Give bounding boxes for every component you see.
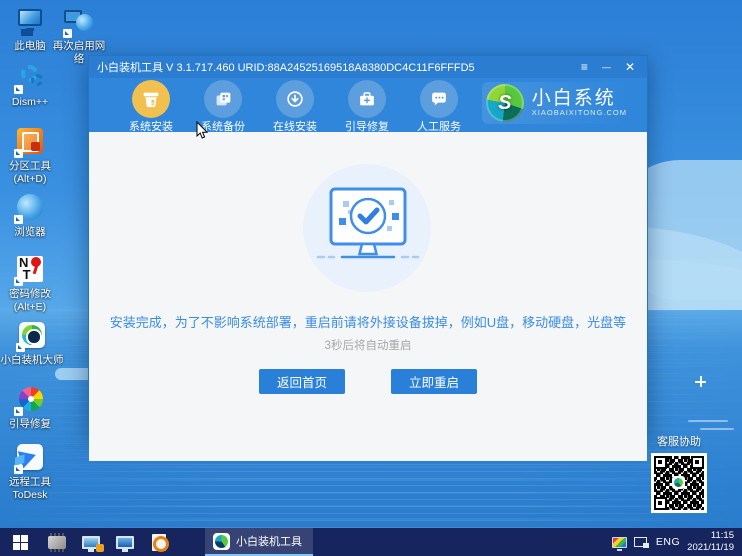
desktop-icon-browser[interactable]: 浏览器 bbox=[2, 192, 58, 239]
brand-logo: 小白系统 XIAOBAIXITONG.COM bbox=[481, 82, 637, 124]
restart-now-button[interactable]: 立即重启 bbox=[391, 369, 477, 394]
xiaobai-task-icon bbox=[213, 532, 230, 550]
installer-window: 小白装机工具 V 3.1.717.460 URID:88A24525169518… bbox=[88, 55, 648, 461]
xiaobai-logo-icon bbox=[16, 320, 48, 352]
pinwheel-icon bbox=[14, 384, 46, 416]
desktop-icon-dism[interactable]: Dism++ bbox=[2, 62, 58, 109]
nav-tab-online-install[interactable]: 在线安装 bbox=[259, 78, 331, 134]
taskbar-item-system-tool[interactable] bbox=[74, 528, 108, 556]
taskbar-active-task[interactable]: 小白装机工具 bbox=[205, 528, 313, 556]
desktop-icon-password-change[interactable]: N T 密码修改 (Alt+E) bbox=[2, 254, 58, 314]
input-language-indicator[interactable]: ENG bbox=[656, 536, 680, 548]
desktop-icon-boot-repair[interactable]: 引导修复 bbox=[2, 384, 58, 431]
nav-tab-system-backup[interactable]: 系统备份 bbox=[187, 78, 259, 134]
window-content: 安装完成，为了不影响系统部署，重启前请将外接设备拔掉，例如U盘，移动硬盘，光盘等… bbox=[89, 156, 647, 461]
chat-icon bbox=[420, 80, 458, 118]
restart-countdown: 3秒后将自动重启 bbox=[324, 340, 412, 352]
support-qr-panel: 客服协助 bbox=[646, 433, 712, 513]
nt-password-icon: N T bbox=[14, 254, 46, 286]
network-status-icon[interactable] bbox=[633, 536, 649, 548]
window-titlebar[interactable]: 小白装机工具 V 3.1.717.460 URID:88A24525169518… bbox=[89, 56, 647, 78]
globe-icon bbox=[14, 192, 46, 224]
todesk-icon bbox=[14, 442, 48, 474]
desktop-icon-todesk[interactable]: 远程工具 ToDesk bbox=[2, 442, 58, 502]
brand-title: 小白系统 bbox=[531, 87, 616, 109]
tray-date: 2021/11/19 bbox=[687, 542, 734, 553]
nav-tab-boot-repair[interactable]: 引导修复 bbox=[331, 78, 403, 134]
nav-tab-customer-service[interactable]: 人工服务 bbox=[403, 78, 475, 134]
completion-message: 安装完成，为了不影响系统部署，重启前请将外接设备拔掉，例如U盘，移动硬盘，光盘等 bbox=[109, 315, 627, 330]
this-pc-icon bbox=[14, 6, 46, 38]
xiaobai-brand-icon bbox=[485, 84, 524, 122]
network-icon bbox=[63, 6, 95, 38]
success-illustration bbox=[293, 156, 443, 306]
gears-icon bbox=[14, 62, 46, 94]
sparkle-decoration bbox=[695, 376, 706, 387]
computer-icon bbox=[116, 535, 134, 552]
toolbox-icon bbox=[348, 80, 386, 118]
qr-center-logo bbox=[672, 476, 685, 489]
support-qr-code bbox=[651, 453, 707, 513]
partition-tool-icon bbox=[14, 126, 46, 158]
tray-time: 11:15 bbox=[710, 530, 734, 542]
qr-label: 客服协助 bbox=[657, 436, 701, 448]
brand-subtitle: XIAOBAIXITONG.COM bbox=[531, 108, 627, 118]
desktop-icon-partition-tool[interactable]: 分区工具 (Alt+D) bbox=[2, 126, 58, 186]
chip-icon bbox=[48, 532, 66, 552]
display-color-icon[interactable] bbox=[611, 536, 627, 551]
windows-logo-icon bbox=[12, 534, 28, 550]
backup-icon bbox=[204, 80, 242, 118]
taskbar-item-pc-tool[interactable] bbox=[108, 528, 142, 556]
nav-tab-system-install[interactable]: 系统安装 bbox=[115, 78, 187, 134]
desktop-icon-xiaobai-master[interactable]: 小白装机大师 bbox=[0, 320, 64, 367]
install-box-icon bbox=[132, 80, 170, 118]
start-button[interactable] bbox=[0, 528, 40, 556]
search-doc-icon bbox=[152, 533, 169, 552]
download-icon bbox=[276, 80, 314, 118]
clock[interactable]: 11:15 2021/11/19 bbox=[687, 530, 734, 554]
nav-bar: 系统安装 系统备份 在线安装 引导修复 人工服务 S 小白系统 XIAOBAIX… bbox=[89, 78, 647, 134]
system-tray: ENG 11:15 2021/11/19 bbox=[611, 528, 742, 556]
window-title: 小白装机工具 V 3.1.717.460 URID:88A24525169518… bbox=[97, 62, 475, 74]
menu-icon[interactable]: ≡ bbox=[581, 61, 588, 73]
close-icon[interactable]: ✕ bbox=[625, 61, 635, 73]
minimize-icon[interactable]: — bbox=[602, 62, 611, 72]
taskbar: 小白装机工具 ENG 11:15 2021/11/19 bbox=[0, 528, 742, 556]
taskbar-item-hardware-tool[interactable] bbox=[40, 528, 74, 556]
back-home-button[interactable]: 返回首页 bbox=[259, 369, 345, 394]
taskbar-item-search-tool[interactable] bbox=[142, 528, 176, 556]
